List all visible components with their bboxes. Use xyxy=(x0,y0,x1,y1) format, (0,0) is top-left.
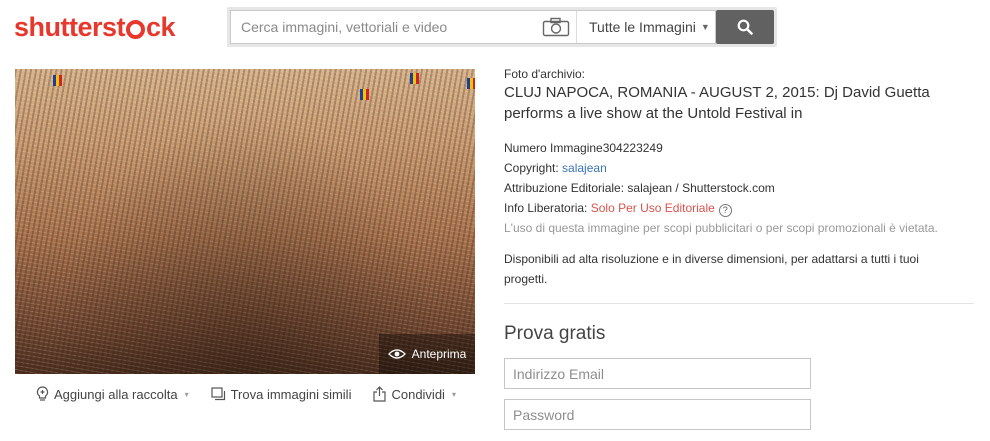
logo-text-start: shutterst xyxy=(14,12,126,42)
photo-actions: Aggiungi alla raccolta ▾ Trova immagini s… xyxy=(36,386,478,402)
image-number-label: Numero Immagine xyxy=(504,141,603,155)
share-icon xyxy=(373,386,387,402)
search-bar: Tutte le Immagini ▼ xyxy=(227,7,777,47)
availability-text: Disponibili ad alta risoluzione e in div… xyxy=(504,252,919,286)
copyright-row: Copyright: salajean xyxy=(504,158,974,178)
image-title: CLUJ NAPOCA, ROMANIA - AUGUST 2, 2015: D… xyxy=(504,84,930,122)
similar-images-icon xyxy=(210,387,225,401)
email-field[interactable] xyxy=(504,358,811,389)
chevron-down-icon: ▾ xyxy=(184,389,189,399)
image-number-row: Numero Immagine304223249 xyxy=(504,138,974,158)
crowd-flag xyxy=(53,75,62,86)
add-to-collection-button[interactable]: Aggiungi alla raccolta ▾ xyxy=(36,386,189,402)
share-button[interactable]: Condividi ▾ xyxy=(373,386,456,402)
password-field[interactable] xyxy=(504,399,811,430)
camera-icon[interactable] xyxy=(535,11,577,43)
search-input[interactable] xyxy=(231,11,535,43)
shutterstock-logo[interactable]: shutterst ck xyxy=(14,12,176,43)
image-type-label: Tutte le Immagini xyxy=(589,19,696,35)
add-to-collection-label: Aggiungi alla raccolta xyxy=(54,386,178,402)
preview-label: Anteprima xyxy=(411,347,467,361)
release-label: Info Liberatoria: xyxy=(504,201,588,215)
preview-button[interactable]: Anteprima xyxy=(379,334,475,374)
crowd-flag xyxy=(467,78,475,89)
find-similar-label: Trova immagini simili xyxy=(230,386,352,402)
image-type-dropdown[interactable]: Tutte le Immagini ▼ xyxy=(577,11,715,43)
attribution: Attribuzione Editoriale: salajean / Shut… xyxy=(504,181,775,195)
search-button[interactable] xyxy=(716,10,774,44)
share-label: Condividi xyxy=(391,386,445,402)
help-icon[interactable]: ? xyxy=(718,204,732,217)
chevron-down-icon: ▾ xyxy=(451,389,456,399)
image-kind: Foto d'archivio: xyxy=(504,67,585,81)
crowd-flag xyxy=(410,73,419,84)
usage-warning: L'uso di questa immagine per scopi pubbl… xyxy=(504,221,938,235)
eye-icon xyxy=(387,349,406,359)
copyright-label: Copyright: xyxy=(504,161,559,175)
trial-title: Prova gratis xyxy=(504,323,606,344)
release-row: Info Liberatoria: Solo Per Uso Editorial… xyxy=(504,198,974,218)
copyright-link[interactable]: salajean xyxy=(562,161,607,175)
search-box: Tutte le Immagini ▼ xyxy=(230,10,716,44)
logo-text-end: ck xyxy=(146,12,176,42)
image-number: 304223249 xyxy=(602,141,663,155)
logo-ring xyxy=(126,20,146,39)
image-meta: Numero Immagine304223249 Copyright: sala… xyxy=(504,138,974,238)
find-similar-button[interactable]: Trova immagini simili xyxy=(210,386,352,402)
image-details: Foto d'archivio: CLUJ NAPOCA, ROMANIA - … xyxy=(504,67,974,289)
stock-photo[interactable]: Anteprima xyxy=(15,69,475,374)
chevron-down-icon: ▼ xyxy=(700,22,710,32)
magnifier-icon xyxy=(737,19,753,35)
lightbulb-icon xyxy=(36,386,49,401)
divider xyxy=(504,303,974,304)
editorial-use-badge: Solo Per Uso Editoriale xyxy=(590,201,715,215)
crowd-flag xyxy=(360,89,369,100)
